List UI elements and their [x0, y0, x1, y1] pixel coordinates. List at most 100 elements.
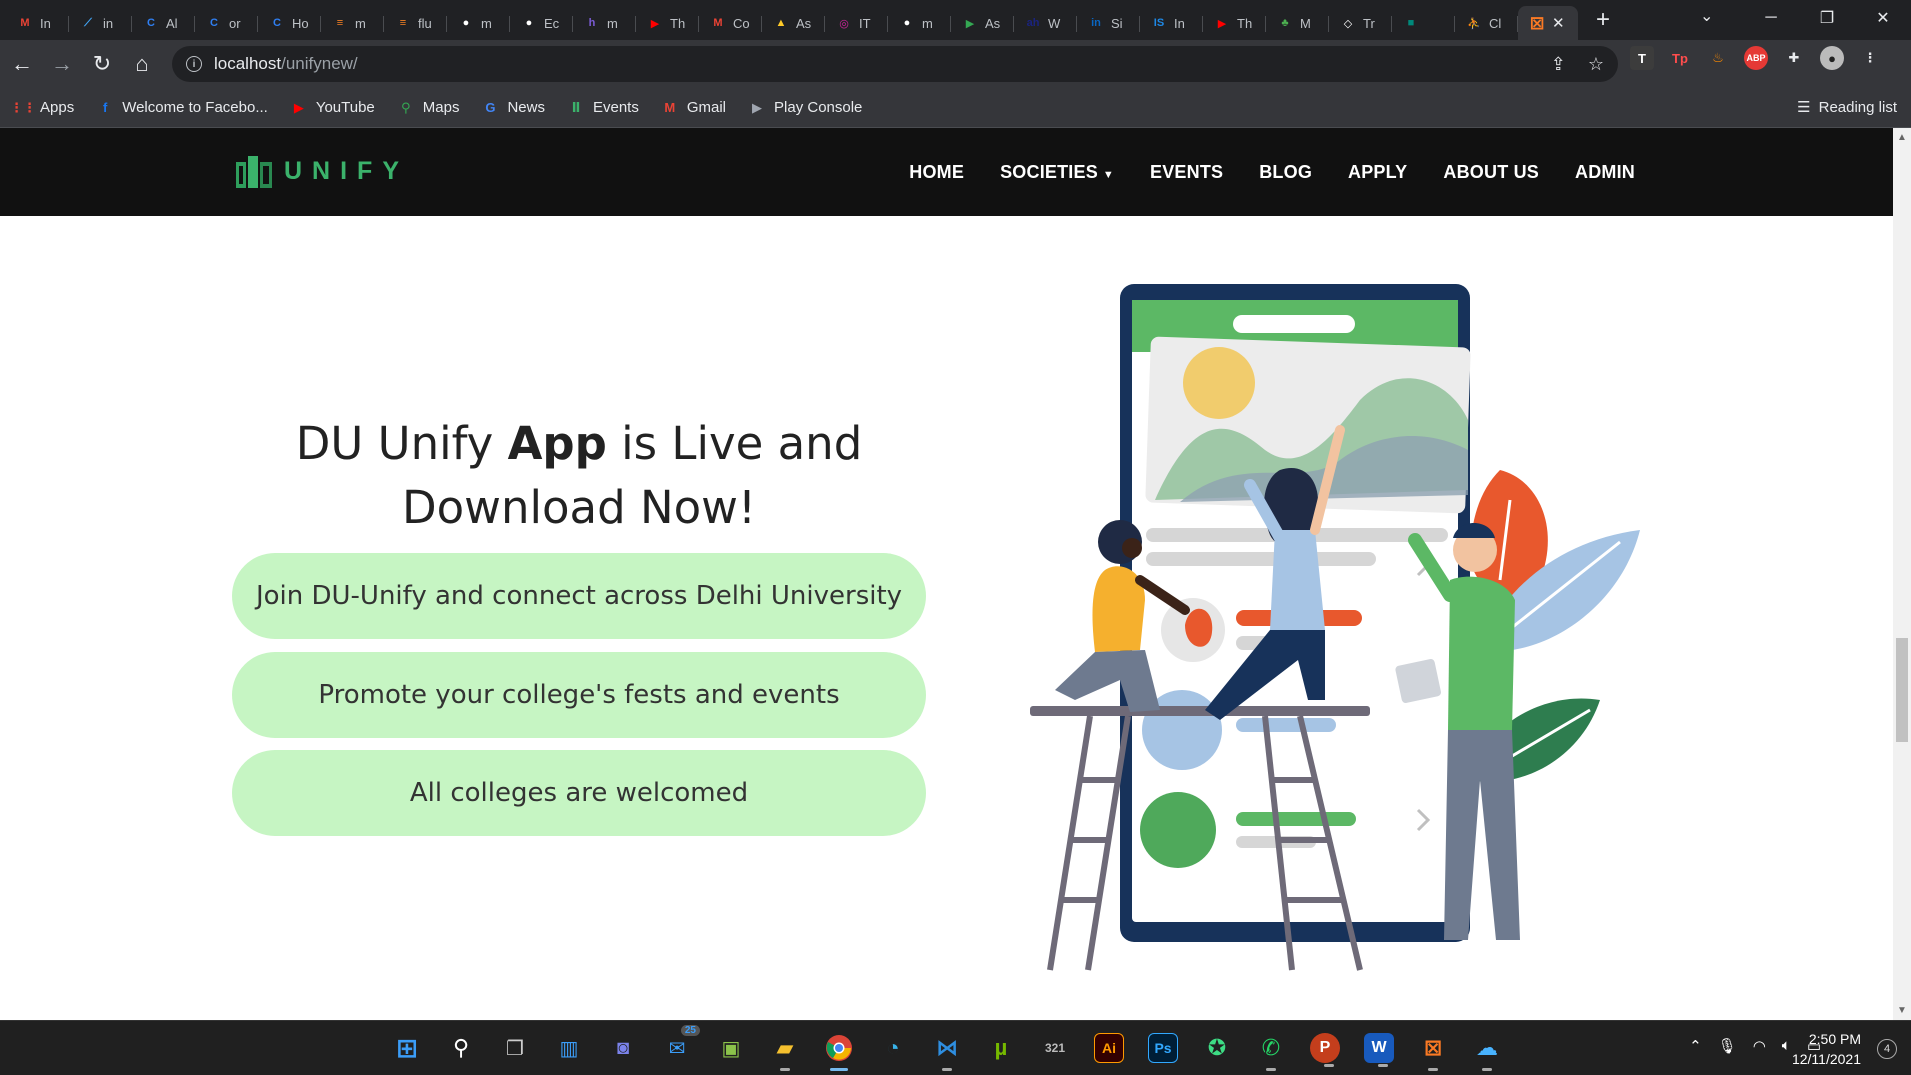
media-player-icon[interactable]: 321	[1036, 1029, 1074, 1067]
reading-list-button[interactable]: ☰ Reading list	[1797, 98, 1897, 117]
android-studio-icon[interactable]: ✪	[1198, 1029, 1236, 1067]
powerpoint-icon[interactable]: P	[1310, 1033, 1340, 1067]
browser-tab[interactable]: ≡ flu	[384, 6, 447, 40]
extension-tp-icon[interactable]: Tp	[1668, 46, 1692, 70]
vscode-icon[interactable]: ⋈	[928, 1029, 966, 1071]
browser-tab[interactable]: ⛹ Cl	[1455, 6, 1518, 40]
bookmark-item[interactable]: ⋮⋮ Apps	[10, 99, 74, 117]
close-window-icon[interactable]: ✕	[1855, 0, 1911, 36]
utorrent-icon[interactable]: µ	[982, 1029, 1020, 1067]
hero-illustration	[1030, 284, 1640, 971]
mail-icon[interactable]: ✉ 25	[658, 1025, 700, 1067]
browser-tab-active[interactable]: ⊠ ✕	[1518, 6, 1578, 40]
whatsapp-icon[interactable]: ✆	[1252, 1029, 1290, 1071]
bookmark-item[interactable]: Ⅱ Events	[567, 99, 639, 117]
extension-fire-icon[interactable]: ♨	[1706, 46, 1730, 70]
bookmark-item[interactable]: ▶ YouTube	[290, 99, 375, 117]
reload-icon[interactable]: ↻	[82, 44, 122, 84]
tab-title: Al	[166, 15, 178, 31]
scrollbar-thumb[interactable]	[1896, 638, 1908, 742]
browser-tab[interactable]: C Ho	[258, 6, 321, 40]
new-tab-icon[interactable]: +	[1586, 3, 1620, 37]
address-bar[interactable]: i localhost/unifynew/ ⇪ ☆	[172, 46, 1618, 82]
browser-tab[interactable]: ▶ Th	[636, 6, 699, 40]
scroll-up-icon[interactable]: ▲	[1897, 132, 1907, 143]
browser-tab[interactable]: C Al	[132, 6, 195, 40]
browser-tab[interactable]: M In	[6, 6, 69, 40]
profile-avatar[interactable]: ●	[1820, 46, 1844, 70]
weather-icon[interactable]: ☁	[1468, 1029, 1506, 1071]
nav-admin[interactable]: ADMIN	[1575, 162, 1635, 183]
browser-tab[interactable]: ◎ IT	[825, 6, 888, 40]
browser-tab[interactable]: ♣ M	[1266, 6, 1329, 40]
browser-tab[interactable]: Cor	[195, 6, 258, 40]
tab-search-icon[interactable]: ⌄	[1700, 6, 1713, 26]
microphone-icon[interactable]: 🎙︎	[1718, 1037, 1737, 1055]
tab-title: W	[1048, 15, 1061, 31]
browser-tab[interactable]: ah W	[1014, 6, 1077, 40]
photos-icon[interactable]: ▣	[712, 1029, 750, 1067]
page-scrollbar[interactable]: ▲ ▼	[1893, 128, 1911, 1020]
widgets-icon[interactable]: ▥	[550, 1029, 588, 1067]
browser-tab[interactable]: ■	[1392, 6, 1455, 40]
browser-tab[interactable]: in Si	[1077, 6, 1140, 40]
photoshop-icon[interactable]: Ps	[1148, 1033, 1178, 1063]
nav-societies[interactable]: SOCIETIES ▼	[1000, 162, 1114, 183]
extension-t-icon[interactable]: T	[1630, 46, 1654, 70]
bookmark-item[interactable]: ▶ Play Console	[748, 99, 862, 117]
browser-tab[interactable]: ▶ As	[951, 6, 1014, 40]
nav-home[interactable]: HOME	[909, 162, 964, 183]
tab-close-icon[interactable]: ✕	[1552, 14, 1565, 32]
bookmark-star-icon[interactable]: ☆	[1588, 54, 1604, 75]
volume-icon[interactable]: 🔈︎	[1782, 1037, 1791, 1055]
nav-blog[interactable]: BLOG	[1259, 162, 1312, 183]
forward-icon[interactable]: →	[42, 44, 82, 84]
adblock-plus-icon[interactable]: ABP	[1744, 46, 1768, 70]
extensions-puzzle-icon[interactable]: ✚	[1782, 46, 1806, 70]
clock[interactable]: 2:50 PM 12/11/2021	[1792, 1029, 1861, 1069]
menu-kebab-icon[interactable]: ⋮	[1858, 46, 1882, 70]
browser-tab[interactable]: ◇ Tr	[1329, 6, 1392, 40]
browser-tab[interactable]: ▲ As	[762, 6, 825, 40]
browser-tab[interactable]: ● m	[888, 6, 951, 40]
teams-chat-icon[interactable]: ◙	[604, 1029, 642, 1067]
word-icon[interactable]: W	[1364, 1033, 1394, 1067]
back-icon[interactable]: ←	[2, 44, 42, 84]
nav-events[interactable]: EVENTS	[1150, 162, 1223, 183]
browser-tab[interactable]: ▶ Th	[1203, 6, 1266, 40]
bookmark-item[interactable]: ⚲ Maps	[397, 99, 459, 117]
nav-apply[interactable]: APPLY	[1348, 162, 1407, 183]
scroll-down-icon[interactable]: ▼	[1897, 1005, 1907, 1016]
firebase-icon: ▲	[775, 17, 787, 29]
browser-tab[interactable]: ● m	[447, 6, 510, 40]
tab-title: m	[607, 15, 618, 31]
unify-logo[interactable]: UNIFY	[234, 154, 409, 188]
browser-tab[interactable]: ⟋ in	[69, 6, 132, 40]
notification-badge[interactable]: 4	[1877, 1039, 1897, 1059]
browser-tab[interactable]: ● Ec	[510, 6, 573, 40]
chevron-up-icon[interactable]: ⌃	[1689, 1037, 1702, 1055]
start-icon[interactable]: ⊞	[388, 1029, 426, 1067]
nav-about-us[interactable]: ABOUT US	[1443, 162, 1539, 183]
file-explorer-icon[interactable]: ▰	[766, 1029, 804, 1071]
share-icon[interactable]: ⇪	[1551, 54, 1566, 75]
search-icon[interactable]: ⚲	[442, 1029, 480, 1067]
task-view-icon[interactable]: ❐	[496, 1029, 534, 1067]
browser-tab[interactable]: hm	[573, 6, 636, 40]
site-info-icon[interactable]: i	[186, 56, 202, 72]
wifi-icon[interactable]: ◠	[1753, 1037, 1766, 1055]
bookmark-item[interactable]: M Gmail	[661, 99, 726, 117]
xampp-icon[interactable]: ⊠	[1414, 1029, 1452, 1071]
home-icon[interactable]: ⌂	[122, 44, 162, 84]
bookmark-item[interactable]: f Welcome to Facebo...	[96, 99, 268, 117]
tab-title: Cl	[1489, 15, 1502, 31]
edge-icon[interactable]: ◔	[874, 1029, 912, 1067]
browser-tab[interactable]: M Co	[699, 6, 762, 40]
browser-tab[interactable]: IS In	[1140, 6, 1203, 40]
restore-icon[interactable]: ❐	[1799, 0, 1855, 36]
illustrator-icon[interactable]: Ai	[1094, 1033, 1124, 1063]
minimize-icon[interactable]: ─	[1743, 0, 1799, 36]
browser-tab[interactable]: ≡ m	[321, 6, 384, 40]
bookmark-item[interactable]: G News	[481, 99, 545, 117]
chrome-icon[interactable]	[820, 1029, 858, 1071]
